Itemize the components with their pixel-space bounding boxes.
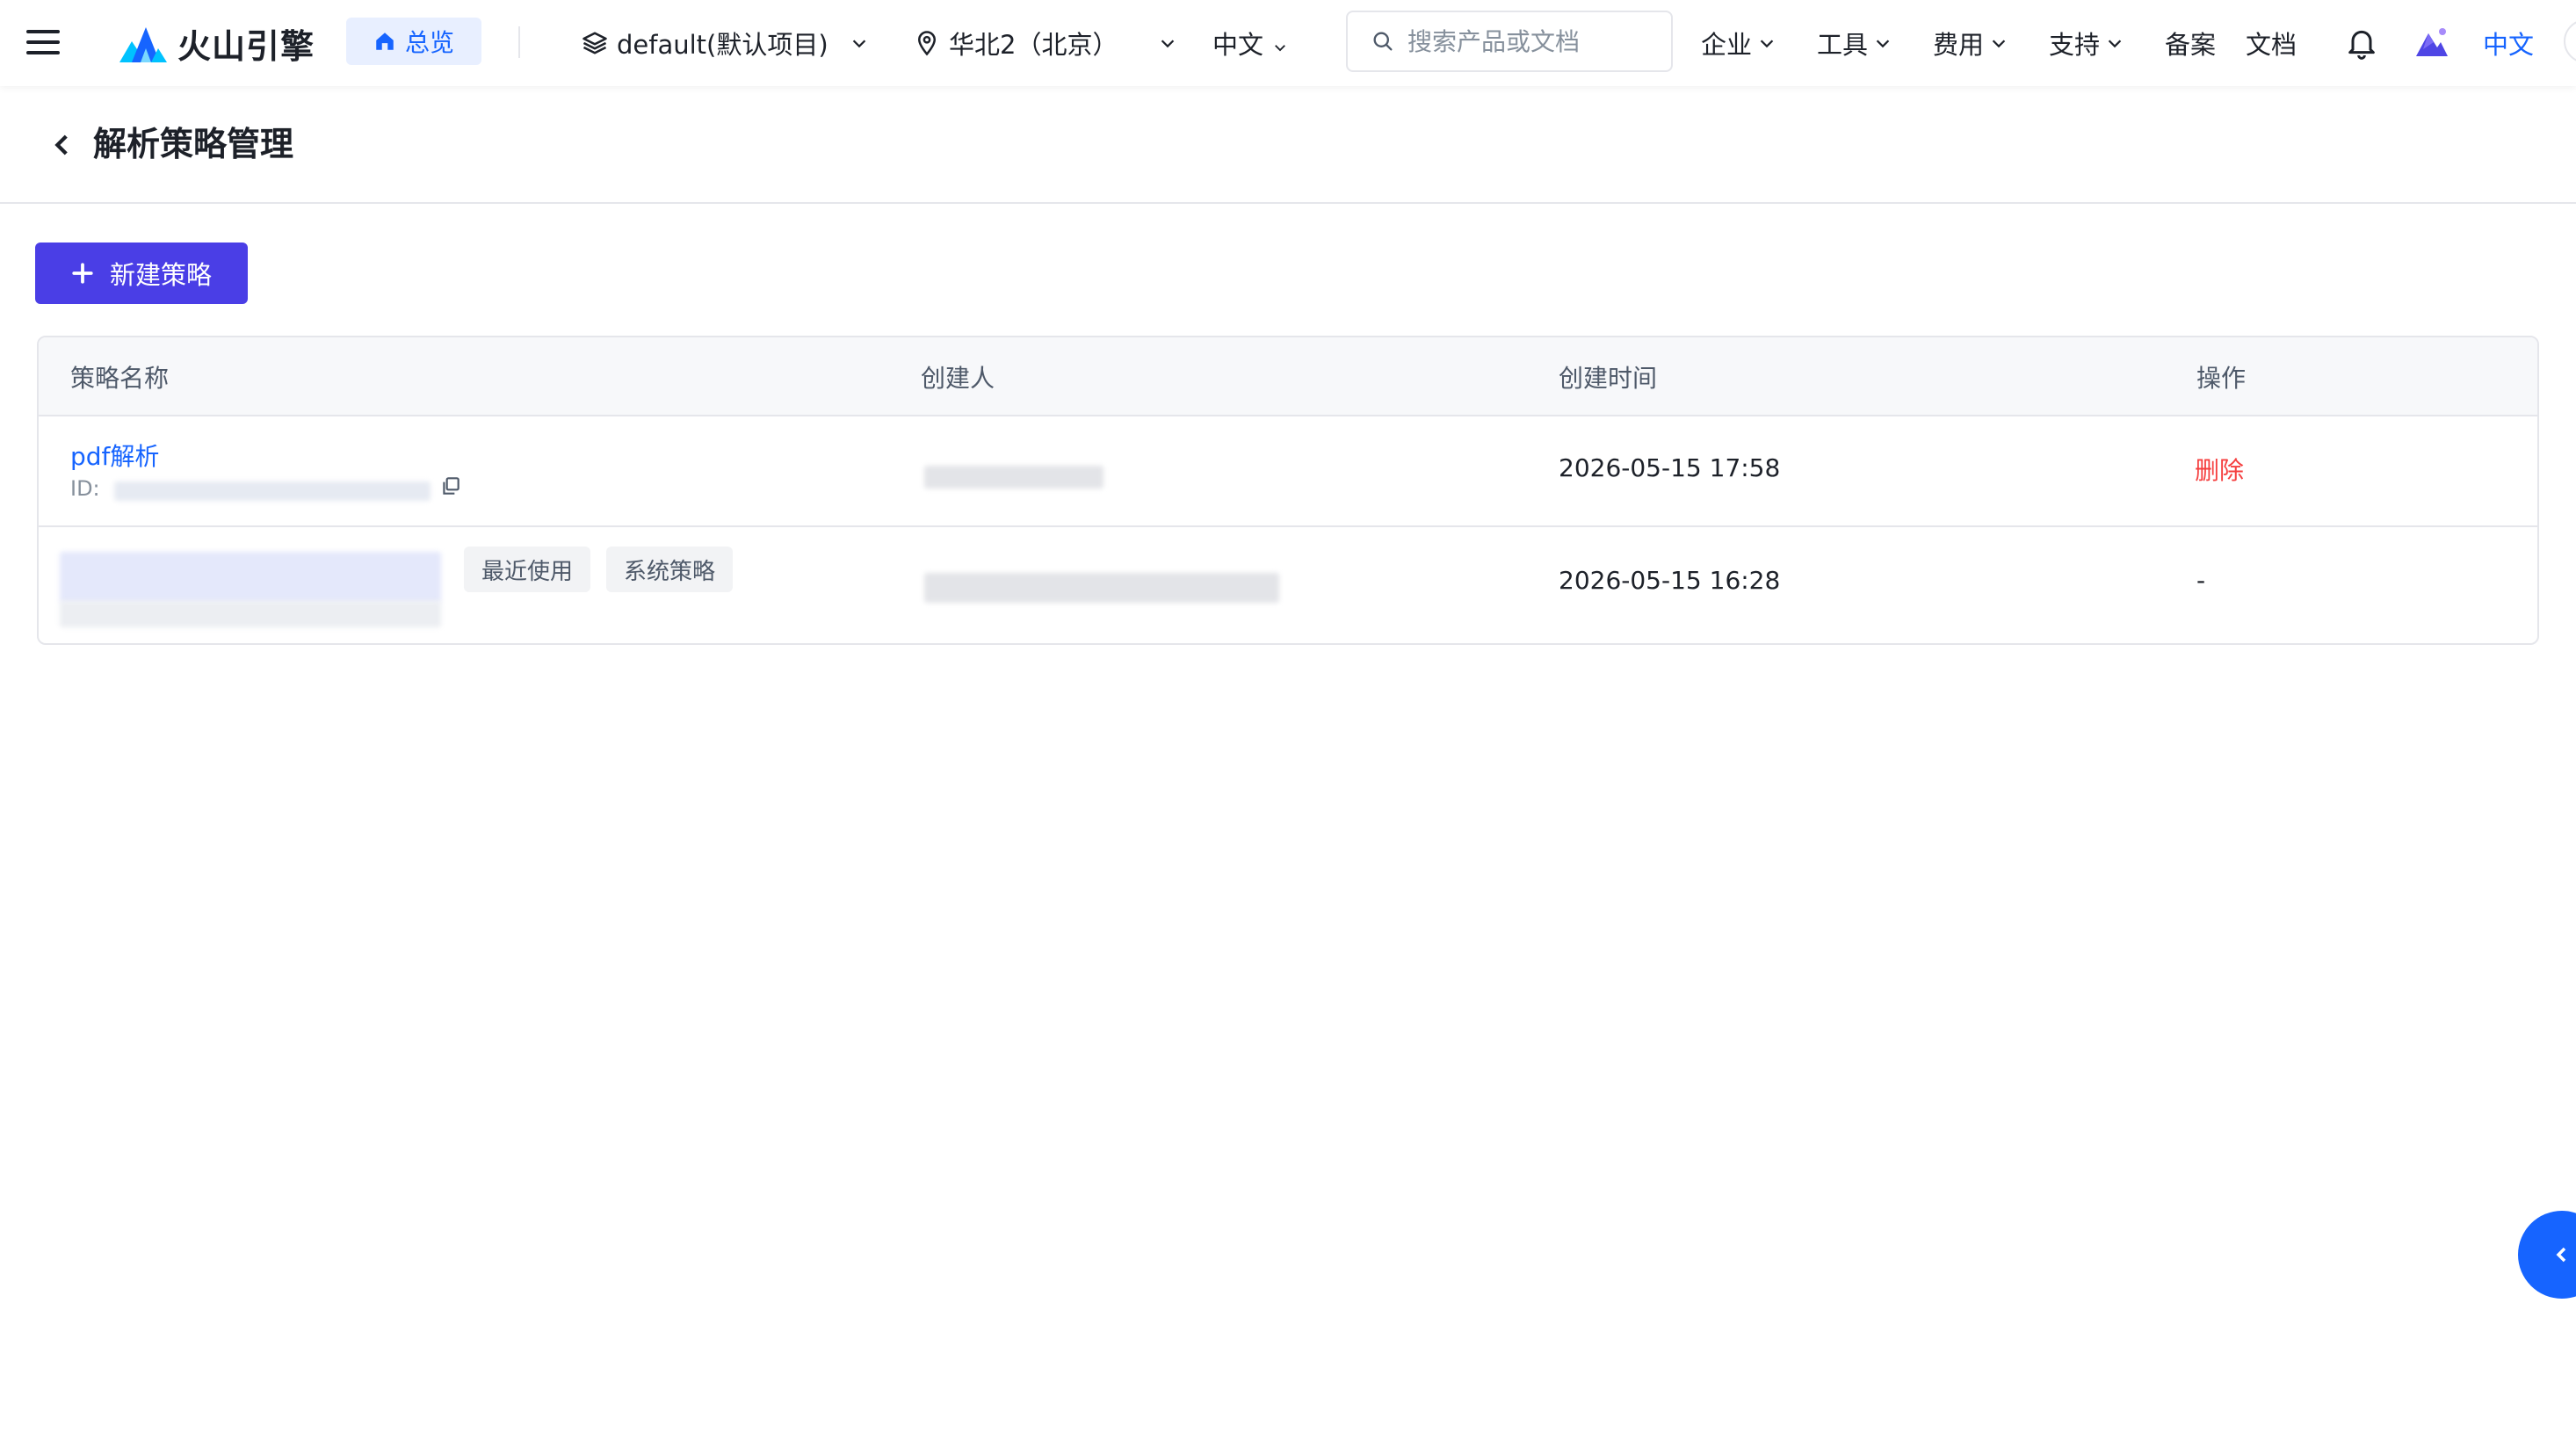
menu-support[interactable]: 支持 [2049,0,2124,86]
menu-tools-label: 工具 [1817,30,1869,60]
notification-bell-icon[interactable] [2344,25,2379,60]
overview-button[interactable]: 总览 [346,18,481,65]
project-selector[interactable]: default(默认项目) [582,0,869,86]
layers-icon [582,32,607,54]
menu-filing[interactable]: 备案 [2165,0,2216,86]
menu-tools[interactable]: 工具 [1817,0,1892,86]
redacted-policy-id [114,481,431,501]
region-selector[interactable]: 华北2（北京） [914,0,1177,86]
chevron-down-icon [1876,40,1890,48]
back-arrow-icon[interactable] [47,130,77,160]
top-navbar: 火山引擎 总览 default(默认项目) 华北2（北京） 中文 搜索产品或文档… [0,0,2576,86]
no-action-placeholder: - [2196,566,2206,595]
location-pin-icon [917,31,937,56]
language-selector[interactable]: 中文 [1212,0,1288,86]
created-time: 2026-05-15 17:58 [1559,453,1781,482]
search-box[interactable] [1346,11,1673,72]
search-icon [1373,32,1393,51]
user-menu-button[interactable] [2564,19,2576,63]
language-label: 中文 [1212,30,1264,60]
redacted-creator [924,466,1103,489]
new-policy-label: 新建策略 [109,260,212,290]
chevron-down-icon [1992,40,2006,48]
language-switch[interactable]: 中文 [2483,0,2534,86]
created-time: 2026-05-15 16:28 [1559,566,1781,595]
project-label: default(默认项目) [617,30,829,60]
system-policy-tag: 系统策略 [606,547,734,592]
column-header-actions: 操作 [2196,364,2247,393]
copy-icon[interactable] [439,474,462,497]
delete-link[interactable]: 删除 [2195,452,2244,487]
table-row: 最近使用 系统策略 2026-05-15 16:28 - [39,527,2537,643]
recently-used-tag: 最近使用 [464,547,591,592]
nav-divider [518,26,520,58]
chevron-left-icon [2556,1247,2566,1263]
redacted-policy-id [60,601,441,627]
chevron-down-icon [2108,40,2122,48]
chevron-down-icon [852,40,865,48]
menu-billing[interactable]: 费用 [1933,0,2008,86]
policy-name-link[interactable]: pdf解析 [70,438,159,473]
menu-docs-label: 文档 [2246,30,2297,60]
brand-logo[interactable]: 火山引擎 [119,14,315,72]
home-icon [376,33,394,50]
menu-filing-label: 备案 [2165,30,2217,60]
menu-billing-label: 费用 [1933,30,1985,60]
redacted-creator [924,573,1279,603]
volcano-logo-icon [119,27,167,62]
region-label: 华北2（北京） [949,30,1118,60]
user-avatar-icon[interactable] [2413,23,2451,62]
page-header: 解析策略管理 [0,86,2576,204]
policy-id-label: ID: [70,476,100,501]
overview-label: 总览 [404,28,454,57]
table-header: 策略名称 创建人 创建时间 操作 [39,337,2537,416]
menu-docs[interactable]: 文档 [2246,0,2297,86]
menu-enterprise-label: 企业 [1701,30,1753,60]
policy-table: 策略名称 创建人 创建时间 操作 pdf解析 ID: 2026-05-15 17… [37,336,2539,645]
table-row: pdf解析 ID: 2026-05-15 17:58 删除 [39,416,2537,527]
menu-support-label: 支持 [2049,30,2101,60]
menu-icon[interactable] [26,25,62,60]
column-header-created-time: 创建时间 [1559,364,1658,393]
menu-enterprise[interactable]: 企业 [1701,0,1776,86]
page-title: 解析策略管理 [93,125,294,163]
app-root: 火山引擎 总览 default(默认项目) 华北2（北京） 中文 搜索产品或文档… [0,0,2576,1448]
new-policy-button[interactable]: 新建策略 [35,243,248,304]
search-input[interactable] [1407,26,1662,56]
chevron-down-icon [1760,40,1774,48]
brand-name: 火山引擎 [177,26,315,66]
plus-icon [72,263,93,284]
chevron-down-icon [1275,45,1285,52]
redacted-policy-name [60,552,441,603]
column-header-name: 策略名称 [70,364,170,393]
collapse-side-panel-button[interactable] [2518,1211,2576,1299]
column-header-creator: 创建人 [921,364,995,393]
chevron-down-icon [1161,40,1175,48]
